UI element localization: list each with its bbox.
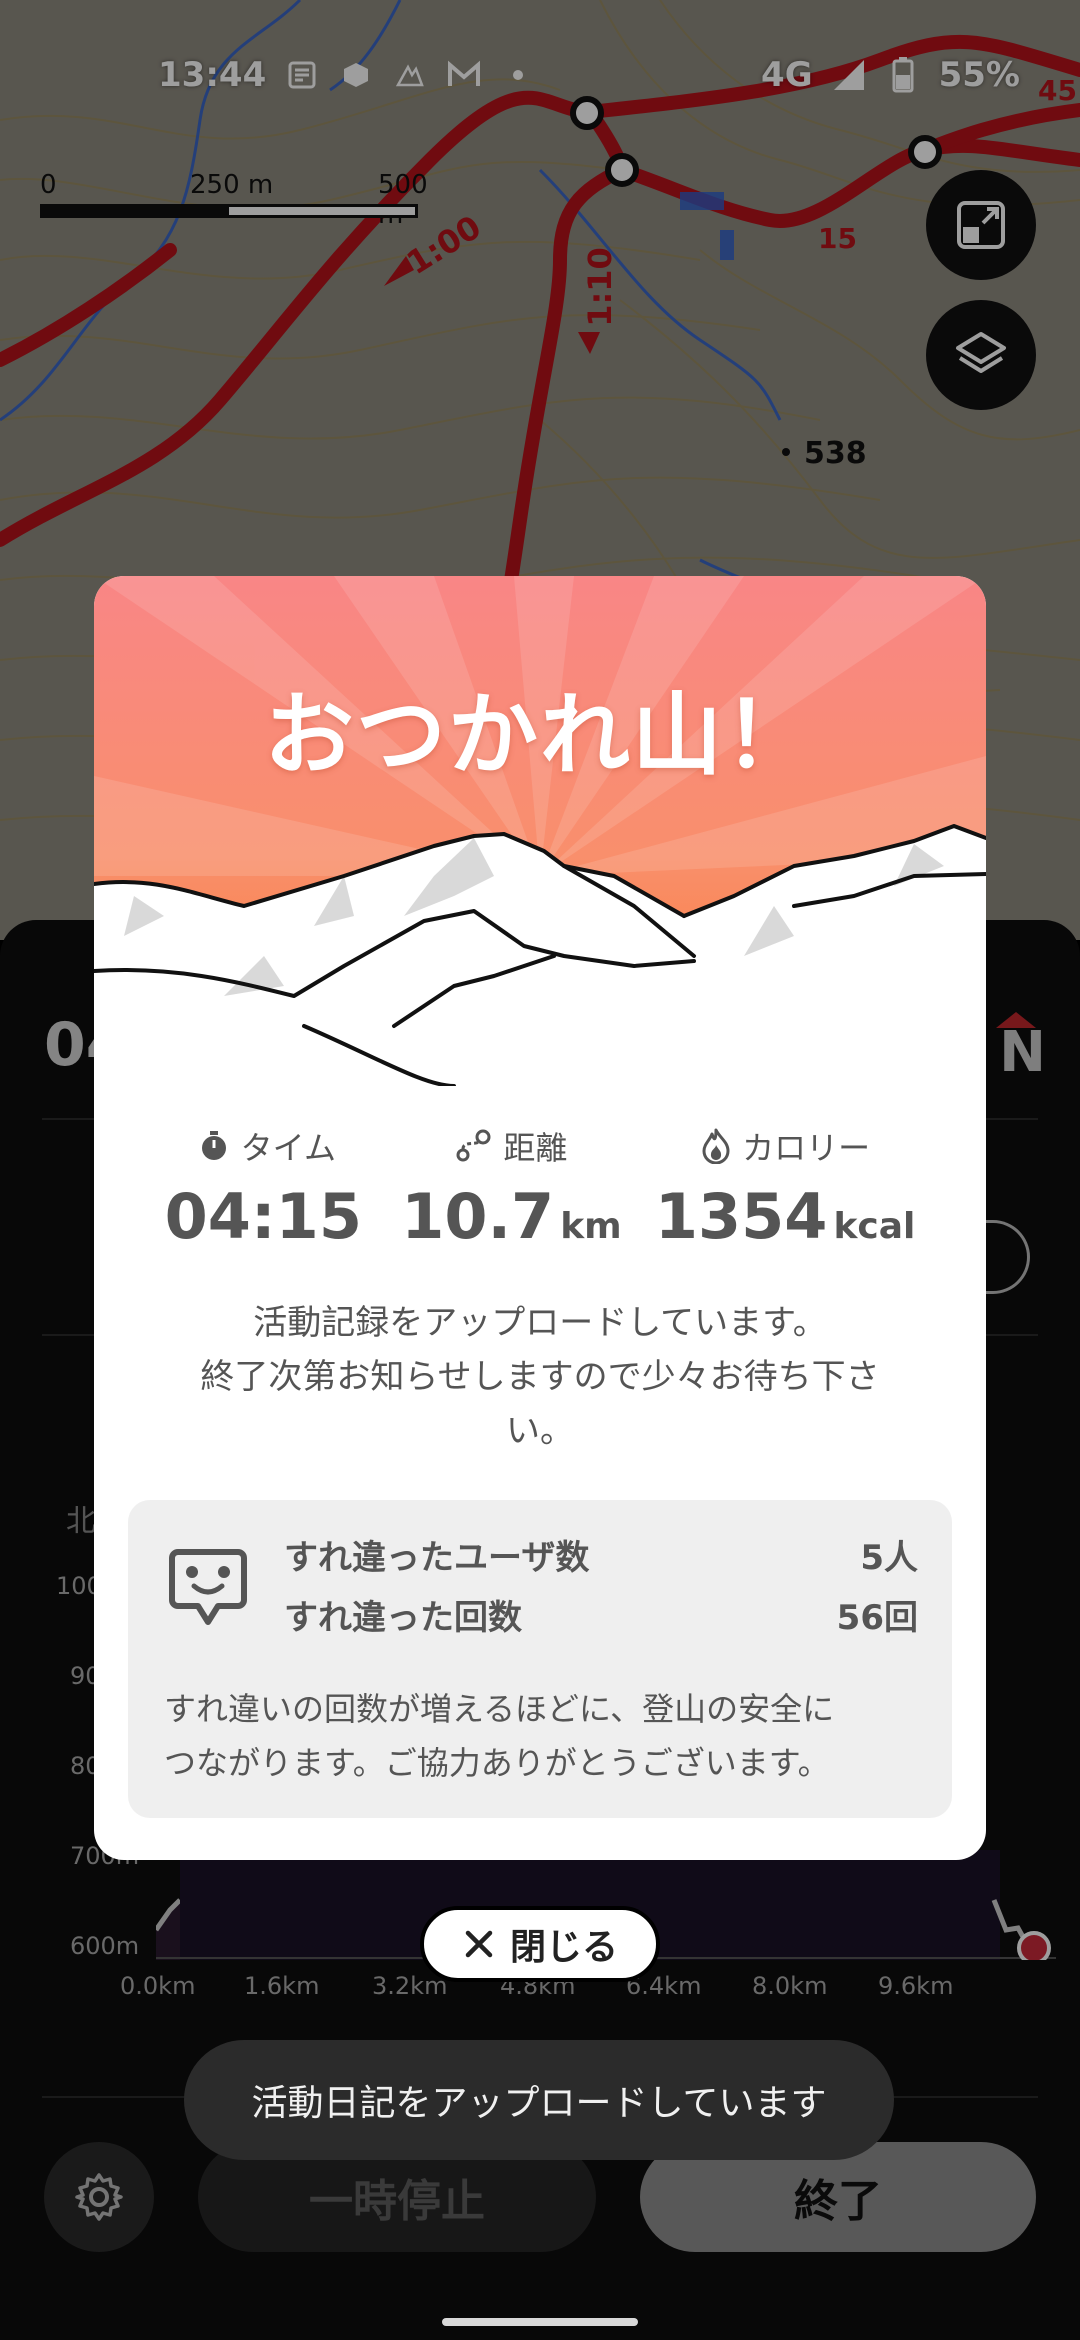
encounter-count-row: すれ違った回数 56回 bbox=[284, 1590, 918, 1639]
encounter-card: すれ違ったユーザ数 5人 すれ違った回数 56回 すれ違いの回数が増えるほどに、… bbox=[128, 1500, 952, 1818]
close-button[interactable]: 閉じる bbox=[420, 1906, 660, 1982]
note-line: すれ違いの回数が増えるほどに、登山の安全に bbox=[164, 1690, 835, 1728]
encounter-face-icon bbox=[169, 1549, 247, 1625]
activity-stats: タイム 04:15 距離 10.7 km カロリー 1354 kcal bbox=[94, 1124, 986, 1253]
note-line: つながります。ご協力ありがとうございます。 bbox=[164, 1744, 830, 1782]
upload-message: 活動記録をアップロードしています。 終了次第お知らせしますので少々お待ち下さ い… bbox=[164, 1296, 916, 1458]
route-icon bbox=[456, 1129, 491, 1162]
stat-unit: km bbox=[560, 1206, 622, 1247]
stat-label: カロリー bbox=[742, 1129, 871, 1167]
encounter-users-value: 5人 bbox=[860, 1538, 918, 1578]
stat-time: タイム 04:15 bbox=[165, 1124, 368, 1253]
mountain-sunrise-illustration bbox=[94, 576, 986, 1086]
dialog-title: おつかれ山！ bbox=[264, 683, 816, 788]
stat-calories: カロリー 1354 kcal bbox=[655, 1124, 915, 1253]
stat-label: 距離 bbox=[503, 1129, 568, 1167]
stopwatch-icon bbox=[201, 1131, 226, 1160]
flame-icon bbox=[702, 1128, 730, 1164]
encounter-users-label: すれ違ったユーザ数 bbox=[284, 1538, 590, 1578]
stat-value: 04:15 bbox=[164, 1180, 362, 1253]
encounter-note: すれ違いの回数が増えるほどに、登山の安全に つながります。ご協力ありがとうござい… bbox=[164, 1682, 924, 1790]
message-line: い。 bbox=[506, 1411, 574, 1451]
message-line: 終了次第お知らせしますので少々お待ち下さ bbox=[200, 1357, 880, 1397]
encounter-users-row: すれ違ったユーザ数 5人 bbox=[284, 1530, 918, 1579]
upload-toast: 活動日記をアップロードしています bbox=[184, 2040, 894, 2160]
close-label: 閉じる bbox=[509, 1927, 618, 1968]
stat-unit: kcal bbox=[833, 1206, 916, 1247]
stat-label: タイム bbox=[240, 1129, 336, 1167]
completion-dialog: おつかれ山！ タイム 04:15 距離 10.7 km カロリー 1354 kc… bbox=[94, 576, 986, 1860]
encounter-count-value: 56回 bbox=[836, 1598, 918, 1638]
close-icon bbox=[465, 1930, 493, 1958]
stat-value: 1354 bbox=[654, 1180, 828, 1253]
stat-value: 10.7 bbox=[401, 1180, 555, 1253]
message-line: 活動記録をアップロードしています。 bbox=[253, 1303, 827, 1343]
home-indicator[interactable] bbox=[442, 2318, 638, 2326]
encounter-count-label: すれ違った回数 bbox=[284, 1598, 522, 1638]
stat-distance: 距離 10.7 km bbox=[401, 1124, 621, 1253]
